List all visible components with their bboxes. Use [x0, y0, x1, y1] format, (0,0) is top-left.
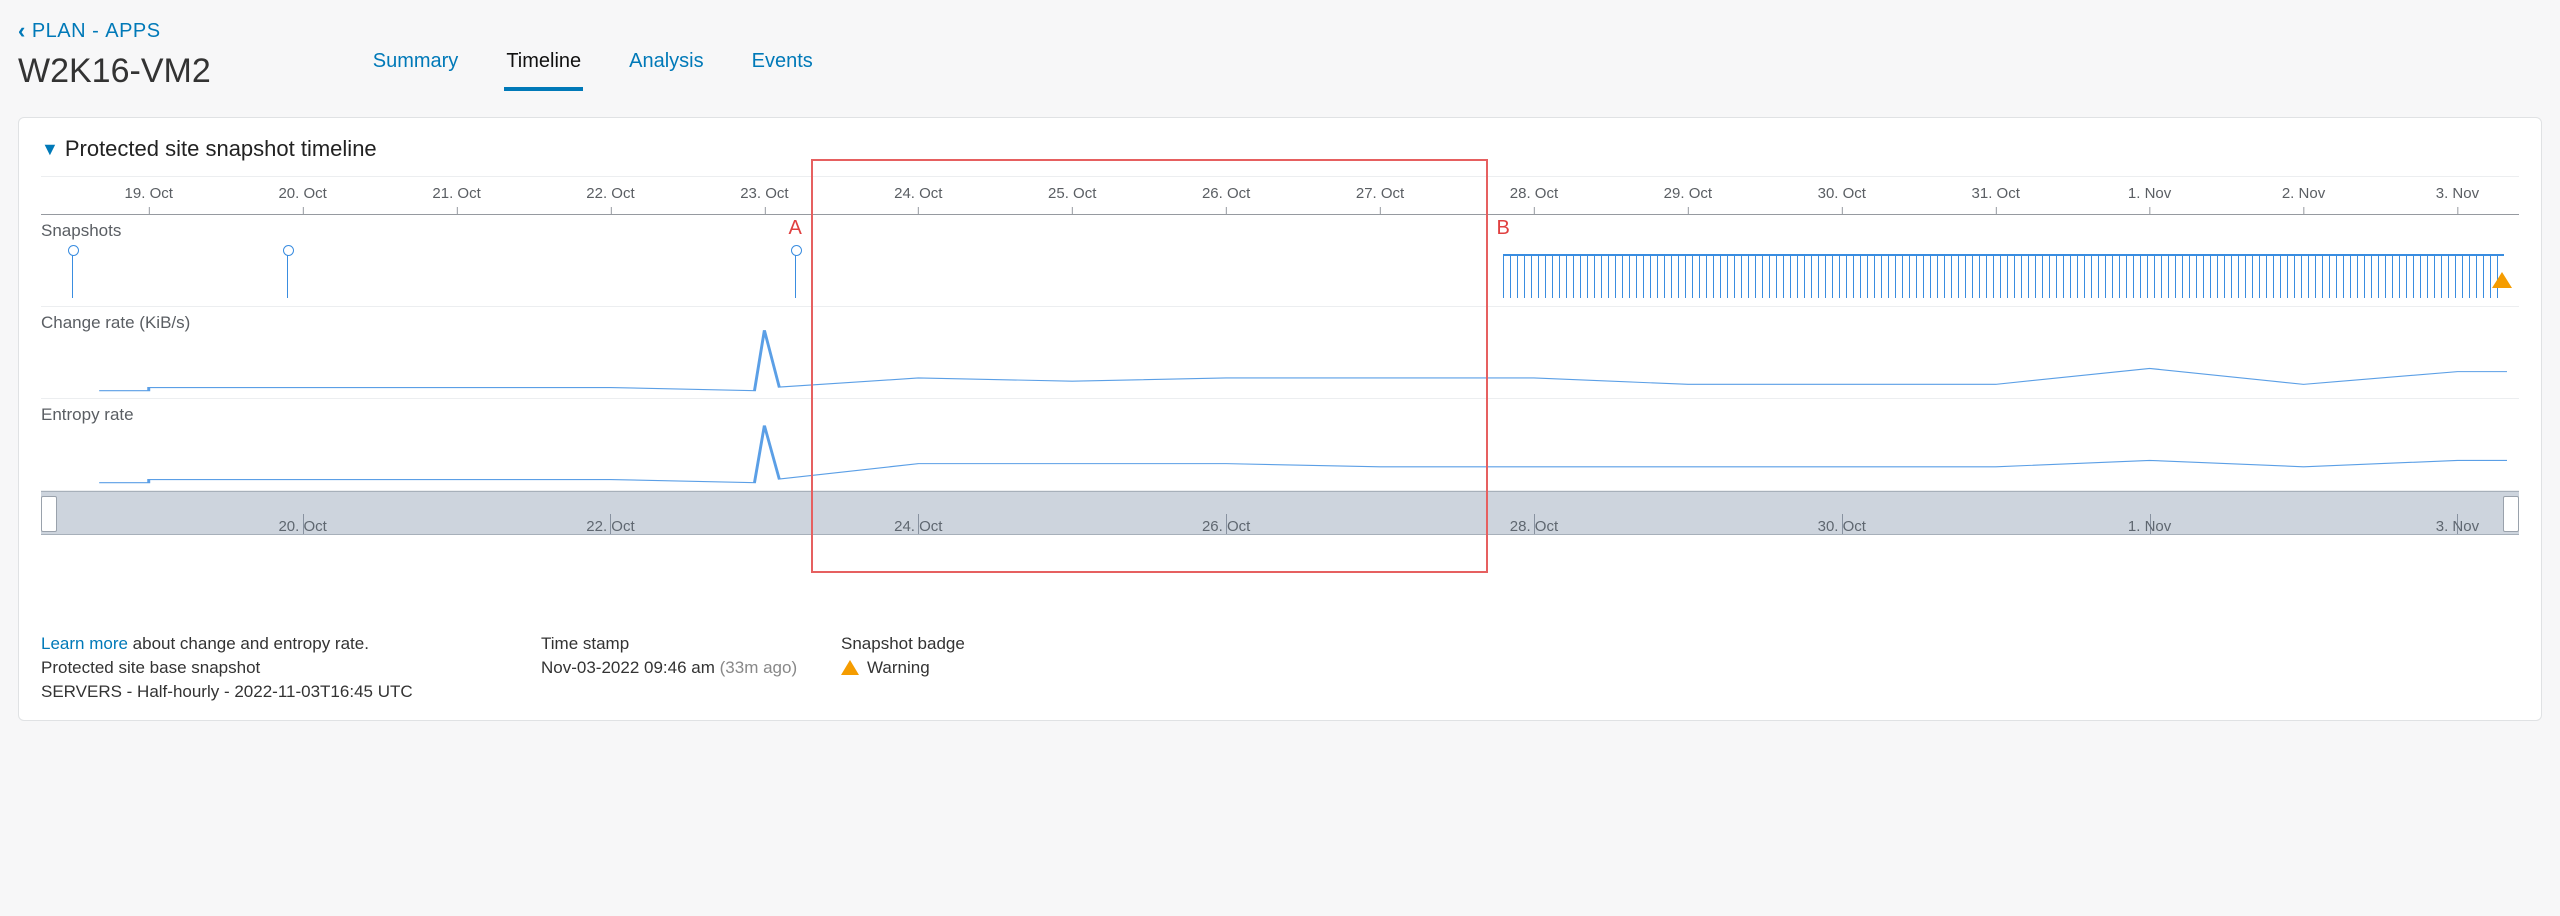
chevron-down-icon[interactable]: ▼: [41, 139, 59, 160]
learn-more-tail: about change and entropy rate.: [128, 634, 369, 653]
annotation-A: A: [789, 217, 802, 240]
x-tick: 31. Oct: [1972, 185, 2020, 202]
base-snapshot-label: Protected site base snapshot: [41, 658, 521, 678]
time-scrubber[interactable]: 20. Oct 22. Oct 24. Oct 26. Oct 28. Oct 30. O…: [41, 491, 2519, 535]
timestamp-value: Nov-03-2022 09:46 am: [541, 658, 715, 677]
timeline-card: ▼ Protected site snapshot timeline 19. O…: [18, 117, 2542, 721]
warning-icon: [841, 660, 859, 675]
breadcrumb[interactable]: ‹ PLAN - APPS: [18, 18, 2542, 44]
base-snapshot-value: SERVERS - Half-hourly - 2022-11-03T16:45…: [41, 682, 521, 702]
x-tick: 28. Oct: [1510, 185, 1558, 202]
scrubber-tick: 1. Nov: [2128, 518, 2171, 535]
x-tick: 27. Oct: [1356, 185, 1404, 202]
tab-bar: Summary Timeline Analysis Events: [371, 50, 815, 91]
scrubber-tick: 20. Oct: [278, 518, 326, 535]
x-tick: 19. Oct: [125, 185, 173, 202]
lane-label-snapshots: Snapshots: [41, 221, 121, 241]
x-tick: 22. Oct: [586, 185, 634, 202]
tab-summary[interactable]: Summary: [371, 50, 461, 91]
chevron-left-icon: ‹: [18, 18, 26, 44]
timestamp-label: Time stamp: [541, 634, 821, 654]
scrubber-tick: 3. Nov: [2436, 518, 2479, 535]
tab-timeline[interactable]: Timeline: [504, 50, 583, 91]
badge-label: Snapshot badge: [841, 634, 1121, 654]
scrubber-tick: 28. Oct: [1510, 518, 1558, 535]
lane-change-rate[interactable]: Change rate (KiB/s): [41, 307, 2519, 399]
x-axis: 19. Oct 20. Oct 21. Oct 22. Oct 23. Oct 24. O…: [41, 177, 2519, 215]
x-tick: 23. Oct: [740, 185, 788, 202]
badge-value: Warning: [867, 658, 930, 677]
learn-more-link[interactable]: Learn more: [41, 634, 128, 653]
x-tick: 2. Nov: [2282, 185, 2325, 202]
x-tick: 26. Oct: [1202, 185, 1250, 202]
lane-snapshots[interactable]: Snapshots: [41, 215, 2519, 307]
footer-info: Learn more about change and entropy rate…: [41, 634, 2519, 702]
x-tick: 20. Oct: [278, 185, 326, 202]
x-tick: 29. Oct: [1664, 185, 1712, 202]
x-tick: 3. Nov: [2436, 185, 2479, 202]
tab-analysis[interactable]: Analysis: [627, 50, 705, 91]
chart-zone: 19. Oct 20. Oct 21. Oct 22. Oct 23. Oct 24. O…: [41, 176, 2519, 616]
x-tick: 24. Oct: [894, 185, 942, 202]
x-tick: 30. Oct: [1818, 185, 1866, 202]
breadcrumb-apps: APPS: [105, 20, 160, 43]
annotation-B: B: [1497, 217, 1510, 240]
snapshot-marker[interactable]: [287, 254, 288, 298]
breadcrumb-plan: PLAN: [32, 20, 86, 43]
snapshot-marker[interactable]: [795, 254, 796, 298]
scrubber-tick: 30. Oct: [1818, 518, 1866, 535]
scrubber-tick: 22. Oct: [586, 518, 634, 535]
page-title: W2K16-VM2: [18, 52, 211, 91]
lane-entropy-rate[interactable]: Entropy rate: [41, 399, 2519, 491]
x-tick: 25. Oct: [1048, 185, 1096, 202]
snapshot-marker[interactable]: [72, 254, 73, 298]
timestamp-ago: (33m ago): [720, 658, 797, 677]
x-tick: 21. Oct: [432, 185, 480, 202]
scrubber-tick: 26. Oct: [1202, 518, 1250, 535]
tab-events[interactable]: Events: [750, 50, 815, 91]
snapshot-dense-range[interactable]: [1503, 254, 2503, 298]
section-title: Protected site snapshot timeline: [65, 136, 377, 162]
breadcrumb-sep: -: [92, 20, 99, 43]
x-tick: 1. Nov: [2128, 185, 2171, 202]
scrubber-tick: 24. Oct: [894, 518, 942, 535]
